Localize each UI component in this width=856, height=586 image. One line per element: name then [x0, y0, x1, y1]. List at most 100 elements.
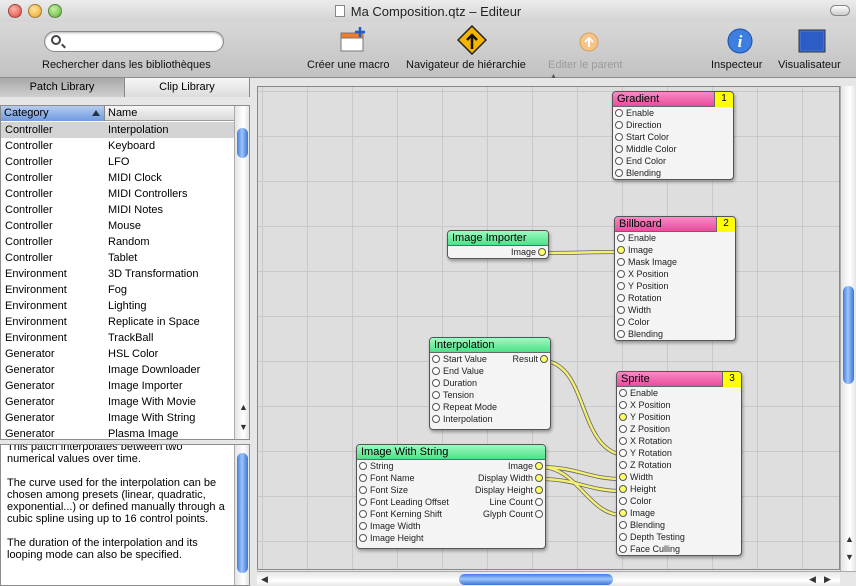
table-row[interactable]: Generator Plasma Image: [1, 426, 234, 439]
input-port[interactable]: X Position: [615, 268, 735, 280]
scroll-left-icon[interactable]: ◀: [809, 574, 816, 585]
input-port[interactable]: Rotation: [615, 292, 735, 304]
input-port[interactable]: Image Height: [357, 532, 462, 544]
inspector-icon[interactable]: i: [727, 28, 753, 54]
input-port[interactable]: Face Culling: [617, 543, 741, 555]
patch-billboard[interactable]: Billboard 2 Enable Image Mask Image X Positi…: [614, 216, 736, 341]
table-row[interactable]: Environment Lighting: [1, 298, 234, 314]
input-port[interactable]: Image: [615, 244, 735, 256]
input-port[interactable]: Width: [617, 471, 741, 483]
input-port[interactable]: Z Rotation: [617, 459, 741, 471]
toolbar-toggle-button[interactable]: [830, 5, 850, 16]
input-port[interactable]: Direction: [613, 119, 733, 131]
canvas-vertical-thumb[interactable]: [843, 286, 854, 384]
table-row[interactable]: Environment 3D Transformation: [1, 266, 234, 282]
input-port[interactable]: Font Leading Offset: [357, 496, 462, 508]
table-row[interactable]: Controller LFO: [1, 154, 234, 170]
scroll-down-icon[interactable]: ▼: [845, 552, 854, 562]
create-macro-button[interactable]: Créer une macro: [307, 59, 390, 71]
table-row[interactable]: Controller MIDI Clock: [1, 170, 234, 186]
hierarchy-navigator-icon[interactable]: [457, 25, 487, 55]
input-port[interactable]: Height: [617, 483, 741, 495]
input-port[interactable]: Tension: [430, 389, 505, 401]
input-port[interactable]: Width: [615, 304, 735, 316]
input-port[interactable]: Font Size: [357, 484, 462, 496]
input-port[interactable]: Middle Color: [613, 143, 733, 155]
input-port[interactable]: Color: [617, 495, 741, 507]
input-port[interactable]: End Color: [613, 155, 733, 167]
patch-title[interactable]: Billboard 2: [615, 217, 735, 232]
tab-patch-library[interactable]: Patch Library: [0, 78, 125, 97]
input-port[interactable]: Start Value: [430, 353, 505, 365]
input-port[interactable]: Enable: [615, 232, 735, 244]
input-port[interactable]: Color: [615, 316, 735, 328]
table-row[interactable]: Environment Replicate in Space: [1, 314, 234, 330]
input-port[interactable]: X Rotation: [617, 435, 741, 447]
input-port[interactable]: String: [357, 460, 462, 472]
table-row[interactable]: Generator Image Downloader: [1, 362, 234, 378]
input-port[interactable]: Font Kerning Shift: [357, 508, 462, 520]
search-input[interactable]: [44, 31, 224, 52]
description-scrollbar-thumb[interactable]: [237, 453, 248, 573]
patch-image-with-string[interactable]: Image With String String Font Name Font Si…: [356, 444, 546, 549]
collapse-arrow-icon[interactable]: ▲: [550, 73, 557, 80]
column-header-name[interactable]: Name: [105, 106, 234, 121]
column-header-category[interactable]: Category: [1, 106, 105, 121]
canvas-horizontal-thumb[interactable]: [459, 574, 613, 585]
tab-clip-library[interactable]: Clip Library: [125, 78, 250, 97]
title-bar[interactable]: Ma Composition.qtz – Editeur: [0, 0, 856, 22]
output-port[interactable]: Display Height: [460, 484, 545, 496]
table-row[interactable]: Controller Keyboard: [1, 138, 234, 154]
patch-gradient[interactable]: Gradient 1 Enable Direction Start Color Midd…: [612, 91, 734, 180]
hierarchy-navigator-button[interactable]: Navigateur de hiérarchie: [406, 59, 526, 71]
input-port[interactable]: Y Position: [617, 411, 741, 423]
input-port[interactable]: Blending: [615, 328, 735, 340]
output-port[interactable]: Display Width: [460, 472, 545, 484]
table-row[interactable]: Environment Fog: [1, 282, 234, 298]
table-row[interactable]: Controller MIDI Notes: [1, 202, 234, 218]
scroll-up-icon[interactable]: ▲: [845, 534, 854, 544]
input-port[interactable]: X Position: [617, 399, 741, 411]
canvas-horizontal-scrollbar[interactable]: ◀ ◀ ▶: [257, 571, 840, 586]
viewer-button[interactable]: Visualisateur: [778, 59, 841, 71]
table-row[interactable]: Controller Mouse: [1, 218, 234, 234]
patch-sprite[interactable]: Sprite 3 Enable X Position Y Position Z Posi…: [616, 371, 742, 556]
input-port[interactable]: Interpolation: [430, 413, 505, 425]
input-port[interactable]: End Value: [430, 365, 505, 377]
patch-title[interactable]: Interpolation: [430, 338, 550, 353]
library-scrollbar-thumb[interactable]: [237, 128, 248, 158]
output-port[interactable]: Line Count: [460, 496, 545, 508]
input-port[interactable]: Image Width: [357, 520, 462, 532]
output-port[interactable]: Glyph Count: [460, 508, 545, 520]
patch-title[interactable]: Sprite 3: [617, 372, 741, 387]
input-port[interactable]: Y Rotation: [617, 447, 741, 459]
scroll-down-icon[interactable]: ▼: [239, 422, 248, 432]
canvas-vertical-scrollbar[interactable]: ▲ ▼: [840, 86, 856, 571]
table-row[interactable]: Controller Tablet: [1, 250, 234, 266]
input-port[interactable]: Duration: [430, 377, 505, 389]
input-port[interactable]: Enable: [617, 387, 741, 399]
table-row[interactable]: Controller Interpolation: [1, 122, 234, 138]
table-row[interactable]: Controller Random: [1, 234, 234, 250]
description-scrollbar[interactable]: [234, 445, 249, 585]
input-port[interactable]: Mask Image: [615, 256, 735, 268]
input-port[interactable]: Blending: [617, 519, 741, 531]
table-row[interactable]: Generator Image With Movie: [1, 394, 234, 410]
inspector-button[interactable]: Inspecteur: [711, 59, 762, 71]
edit-parent-button[interactable]: Editer le parent: [548, 59, 623, 71]
library-scrollbar[interactable]: ▲ ▼: [234, 106, 249, 439]
input-port[interactable]: Enable: [613, 107, 733, 119]
table-row[interactable]: Environment TrackBall: [1, 330, 234, 346]
input-port[interactable]: Repeat Mode: [430, 401, 505, 413]
input-port[interactable]: Depth Testing: [617, 531, 741, 543]
patch-title[interactable]: Image With String: [357, 445, 545, 460]
patch-title[interactable]: Image Importer: [448, 231, 548, 246]
patch-title[interactable]: Gradient 1: [613, 92, 733, 107]
output-port[interactable]: Result: [500, 353, 550, 365]
input-port[interactable]: Z Position: [617, 423, 741, 435]
viewer-icon[interactable]: [798, 29, 826, 53]
input-port[interactable]: Image: [617, 507, 741, 519]
input-port[interactable]: Blending: [613, 167, 733, 179]
patch-interpolation[interactable]: Interpolation Start Value End Value Durati…: [429, 337, 551, 430]
table-row[interactable]: Generator Image With String: [1, 410, 234, 426]
